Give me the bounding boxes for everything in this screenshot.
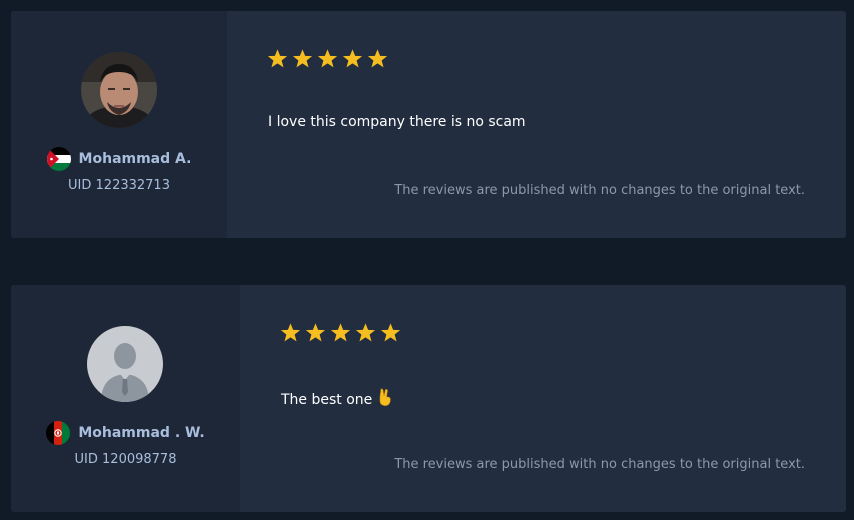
- review-card: Mohammad A. UID 122332713 I love this co…: [11, 11, 846, 238]
- reviewer-name: Mohammad A.: [78, 151, 192, 167]
- default-avatar-icon: [87, 326, 163, 402]
- star-icon: [317, 49, 338, 68]
- review-text: I love this company there is no scam: [268, 114, 526, 130]
- star-icon: [355, 323, 376, 342]
- star-rating: [267, 48, 388, 69]
- star-icon: [330, 323, 351, 342]
- review-text-content: The best one: [281, 392, 373, 408]
- jordan-flag-icon: [46, 147, 71, 171]
- star-icon: [267, 49, 288, 68]
- star-icon: [280, 323, 301, 342]
- reviewer-uid: UID 122332713: [68, 178, 170, 193]
- star-rating: [280, 322, 401, 343]
- reviewer-uid: UID 120098778: [74, 452, 177, 467]
- star-icon: [367, 49, 388, 68]
- reviewer-panel: Mohammad . W. UID 120098778: [11, 285, 240, 512]
- reviews-page: Mohammad A. UID 122332713 I love this co…: [0, 0, 854, 520]
- star-icon: [380, 323, 401, 342]
- review-disclaimer: The reviews are published with no change…: [394, 457, 805, 472]
- review-card: Mohammad . W. UID 120098778 The best one: [11, 285, 846, 512]
- reviewer-name: Mohammad . W.: [78, 425, 205, 441]
- reviewer-name-row: Mohammad . W.: [11, 421, 240, 445]
- reviewer-panel: Mohammad A. UID 122332713: [11, 11, 227, 238]
- review-content: The best one The reviews are published w…: [240, 285, 846, 512]
- star-icon: [305, 323, 326, 342]
- star-icon: [292, 49, 313, 68]
- afghanistan-flag-icon: [46, 421, 71, 445]
- star-icon: [342, 49, 363, 68]
- user-avatar: [81, 52, 157, 128]
- review-content: I love this company there is no scam The…: [227, 11, 846, 238]
- victory-hand-icon: [377, 388, 393, 410]
- review-text: The best one: [281, 388, 393, 410]
- reviewer-name-row: Mohammad A.: [11, 147, 227, 171]
- review-disclaimer: The reviews are published with no change…: [394, 183, 805, 198]
